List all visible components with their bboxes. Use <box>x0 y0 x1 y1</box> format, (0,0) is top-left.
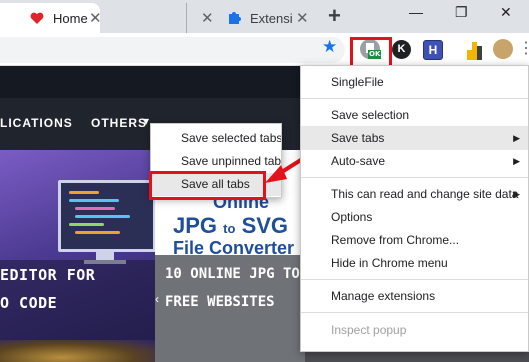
submenu-arrow-icon: ▶ <box>513 189 520 199</box>
menu-item-options[interactable]: Options <box>301 205 528 229</box>
submenu-arrow-icon: ▶ <box>513 156 520 166</box>
extension-context-menu: SingleFile Save selection Save tabs ▶ Au… <box>300 65 529 352</box>
tab-title: Home <box>53 11 88 26</box>
puzzle-icon <box>229 12 241 24</box>
nav-applications[interactable]: LICATIONS <box>0 116 73 130</box>
card-title-line: O CODE <box>0 294 58 312</box>
more-vertical-icon[interactable]: ⋮ <box>518 41 529 57</box>
address-bar[interactable] <box>0 37 345 63</box>
tab-extensions[interactable]: Extensi ✕ <box>218 3 318 33</box>
menu-item-label: Auto-save <box>331 154 386 168</box>
restore-icon[interactable]: ❐ <box>455 4 468 21</box>
menu-item-label: This can read and change site data <box>331 187 519 201</box>
avatar[interactable] <box>493 39 513 59</box>
menu-separator <box>301 279 528 280</box>
menu-item-site-access[interactable]: This can read and change site data ▶ <box>301 182 528 206</box>
card-title-line: 10 ONLINE JPG TO S <box>165 266 305 282</box>
menu-item-inspect-popup: Inspect popup <box>331 323 407 337</box>
submenu-arrow-icon: ▶ <box>513 133 520 143</box>
menu-separator <box>301 312 528 313</box>
chevron-left-icon[interactable]: ‹ <box>155 292 159 306</box>
window-close-icon[interactable]: ✕ <box>500 4 512 21</box>
bookmark-star-icon[interactable]: ★ <box>322 37 337 57</box>
chevron-down-icon: ▾ <box>143 114 150 128</box>
monitor-illustration <box>58 180 155 252</box>
close-icon[interactable]: ✕ <box>296 9 309 27</box>
tab-home[interactable]: Home ✕ <box>0 3 102 33</box>
banner-jpg-to-svg: JPG to SVG <box>173 213 289 238</box>
nav-others[interactable]: OTHERS <box>91 116 147 130</box>
h-extension-icon[interactable]: H <box>423 40 443 60</box>
new-tab-button[interactable]: + <box>328 3 341 29</box>
article-card-editor[interactable]: EDITOR FOR O CODE <box>0 150 155 362</box>
browser-toolbar: ★ OK K H ⋮ <box>0 33 529 66</box>
menu-item-hide-in-menu[interactable]: Hide in Chrome menu <box>301 251 528 275</box>
close-icon[interactable]: ✕ <box>89 9 102 27</box>
menu-separator <box>301 98 528 99</box>
highlight-box-save-all <box>149 171 266 200</box>
tab-strip: › Home ✕ ✕ Extensi ✕ + — ❐ ✕ <box>0 0 529 33</box>
menu-item-auto-save[interactable]: Auto-save ▶ <box>301 149 528 173</box>
minimize-icon[interactable]: — <box>409 4 423 20</box>
k-extension-icon[interactable]: K <box>392 40 411 59</box>
card-title-line: EDITOR FOR <box>0 266 96 284</box>
menu-item-manage-extensions[interactable]: Manage extensions <box>301 284 528 308</box>
chart-extension-icon[interactable] <box>466 38 482 60</box>
menu-separator <box>301 177 528 178</box>
menu-item-singlefile[interactable]: SingleFile <box>301 70 528 94</box>
heart-icon <box>30 12 44 24</box>
menu-item-remove-from-chrome[interactable]: Remove from Chrome... <box>301 228 528 252</box>
menu-item-label: Save tabs <box>331 131 385 145</box>
close-icon[interactable]: ✕ <box>201 9 214 27</box>
tab-title: Extensi <box>250 11 293 26</box>
menu-item-save-selection[interactable]: Save selection <box>301 103 528 127</box>
card-title-line: FREE WEBSITES <box>165 294 275 310</box>
menu-item-save-tabs[interactable]: Save tabs ▶ <box>301 126 528 150</box>
coins-image <box>0 340 155 362</box>
